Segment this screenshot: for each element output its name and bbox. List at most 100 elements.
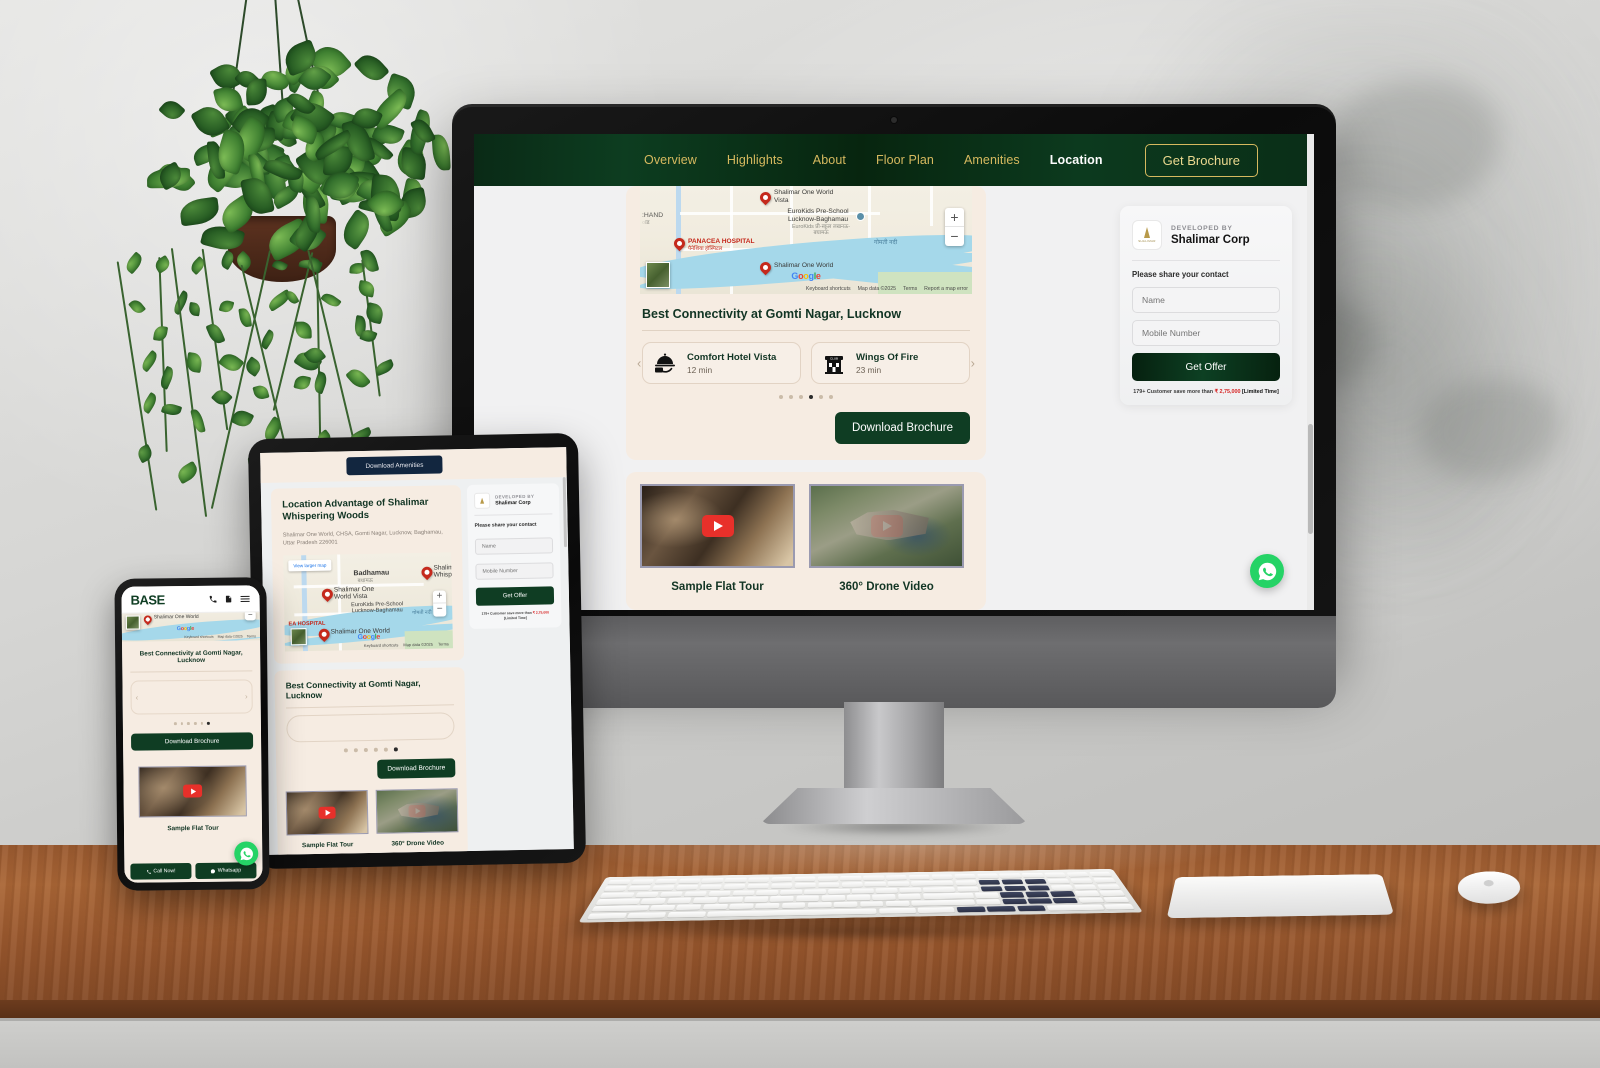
keyboard-key[interactable]	[706, 908, 877, 917]
view-larger-map-link[interactable]: View larger map	[288, 559, 332, 572]
carousel-next-icon[interactable]: ›	[971, 356, 975, 371]
keyboard-key[interactable]	[649, 904, 676, 911]
keyboard-key[interactable]	[1077, 897, 1105, 903]
keyboard-key[interactable]	[586, 912, 628, 920]
magic-trackpad[interactable]	[1166, 874, 1395, 919]
carousel-dot[interactable]	[180, 722, 184, 725]
keyboard-key[interactable]	[804, 888, 827, 895]
map-keyboard-shortcuts[interactable]: Keyboard shortcuts	[364, 642, 399, 648]
get-offer-button[interactable]: Get Offer	[1132, 353, 1280, 381]
carousel-dot[interactable]	[353, 748, 358, 753]
keyboard-key[interactable]	[1046, 878, 1071, 884]
keyboard-key[interactable]	[1050, 884, 1074, 890]
keyboard-key[interactable]	[956, 886, 980, 892]
keyboard-key[interactable]	[654, 878, 678, 884]
keyboard-key[interactable]	[807, 902, 832, 908]
map-keyboard-shortcuts[interactable]: Keyboard shortcuts	[184, 635, 213, 639]
keyboard-key[interactable]	[701, 878, 724, 884]
keyboard-key[interactable]	[746, 883, 770, 889]
keyboard-key[interactable]	[599, 892, 636, 898]
keyboard-key[interactable]	[666, 897, 692, 904]
keyboard-key[interactable]	[817, 876, 839, 882]
tablet-map-zoom-controls[interactable]: + −	[432, 590, 447, 617]
keyboard-key[interactable]	[595, 898, 641, 905]
keyboard-key[interactable]	[931, 874, 954, 880]
page-scrollbar[interactable]	[1307, 134, 1314, 610]
video-item-drone-video[interactable]: 360° Drone Video	[809, 484, 964, 593]
tablet-connectivity-placeholder[interactable]	[286, 712, 455, 743]
youtube-play-icon[interactable]	[183, 784, 203, 798]
keyboard-key[interactable]	[732, 890, 755, 896]
nav-link-amenities[interactable]: Amenities	[964, 153, 1020, 167]
youtube-play-icon[interactable]	[318, 806, 336, 819]
keyboard-key[interactable]	[875, 887, 898, 894]
carousel-dot[interactable]	[779, 395, 783, 399]
carousel-next-icon[interactable]: ›	[245, 692, 248, 701]
whatsapp-float-button[interactable]	[234, 841, 259, 866]
keyboard-key[interactable]	[976, 873, 999, 879]
nav-link-floor-plan[interactable]: Floor Plan	[876, 153, 934, 167]
keyboard-key[interactable]	[651, 885, 676, 891]
keyboard-key[interactable]	[795, 895, 820, 902]
carousel-dot[interactable]	[363, 747, 368, 753]
carousel-dot[interactable]	[829, 395, 833, 399]
phone-download-brochure-button[interactable]: Download Brochure	[130, 731, 254, 751]
download-brochure-button[interactable]: Download Brochure	[834, 412, 970, 444]
nav-link-about[interactable]: About	[813, 153, 846, 167]
keyboard-key[interactable]	[1016, 905, 1047, 912]
map-zoom-controls[interactable]: + −	[945, 208, 964, 246]
keyboard-key[interactable]	[723, 883, 746, 890]
keyboard-key[interactable]	[770, 883, 793, 889]
nav-link-highlights[interactable]: Highlights	[727, 153, 783, 167]
keyboard-key[interactable]	[794, 882, 816, 888]
keyboard-key[interactable]	[1023, 878, 1047, 884]
keyboard-key[interactable]	[888, 881, 910, 887]
map-satellite-thumbnail[interactable]	[290, 627, 307, 646]
keyboard-key[interactable]	[1001, 898, 1028, 905]
keyboard-key[interactable]	[978, 879, 1001, 885]
keyboard-key[interactable]	[718, 896, 744, 903]
keyboard-key[interactable]	[1052, 897, 1079, 904]
keyboard-key[interactable]	[840, 875, 862, 881]
keyboard-key[interactable]	[841, 881, 863, 888]
map-zoom-in-button[interactable]: +	[432, 590, 447, 604]
map-terms-link[interactable]: Terms	[903, 286, 917, 292]
download-amenities-button[interactable]: Download Amenities	[346, 455, 443, 476]
keyboard-key[interactable]	[999, 873, 1022, 879]
keyboard-key[interactable]	[1046, 904, 1105, 911]
carousel-dots[interactable]	[626, 395, 986, 399]
keyboard-key[interactable]	[922, 892, 975, 899]
keyboard-key[interactable]	[886, 875, 908, 881]
keyboard-key[interactable]	[885, 900, 910, 907]
keyboard-key[interactable]	[1069, 878, 1094, 884]
map-terms-link[interactable]: Terms	[247, 634, 256, 638]
carousel-prev-icon[interactable]: ‹	[136, 693, 139, 702]
map-zoom-in-button[interactable]: +	[945, 208, 964, 227]
map-keyboard-shortcuts[interactable]: Keyboard shortcuts	[806, 286, 851, 292]
keyboard-key[interactable]	[1026, 885, 1051, 891]
name-input[interactable]	[1132, 287, 1280, 313]
keyboard-key[interactable]	[728, 903, 754, 910]
keyboard-key[interactable]	[1027, 898, 1053, 904]
keyboard-key[interactable]	[1021, 872, 1045, 878]
youtube-play-icon[interactable]	[701, 515, 734, 537]
carousel-dot[interactable]	[799, 395, 803, 399]
keyboard-key[interactable]	[627, 885, 652, 891]
keyboard-key[interactable]	[675, 884, 699, 890]
carousel-dot[interactable]	[819, 395, 823, 399]
keyboard-key[interactable]	[922, 886, 956, 893]
map-zoom-out-button[interactable]: −	[433, 603, 446, 616]
map-pin-vista[interactable]	[757, 189, 774, 206]
mobile-number-input[interactable]	[475, 562, 554, 580]
keyboard-key[interactable]	[755, 902, 780, 909]
keyboard-key[interactable]	[986, 905, 1017, 912]
tablet-carousel-dots[interactable]	[287, 746, 455, 753]
keyboard-key[interactable]	[954, 873, 976, 879]
keyboard-key[interactable]	[1096, 883, 1121, 890]
tablet-video-sample-flat-tour[interactable]: Sample Flat Tour	[285, 789, 369, 850]
carousel-dot[interactable]	[789, 395, 793, 399]
keyboard-key[interactable]	[692, 897, 718, 903]
keyboard-key[interactable]	[817, 882, 840, 888]
keyboard-key[interactable]	[1103, 896, 1130, 903]
map-zoom-out-button[interactable]: −	[945, 227, 964, 246]
